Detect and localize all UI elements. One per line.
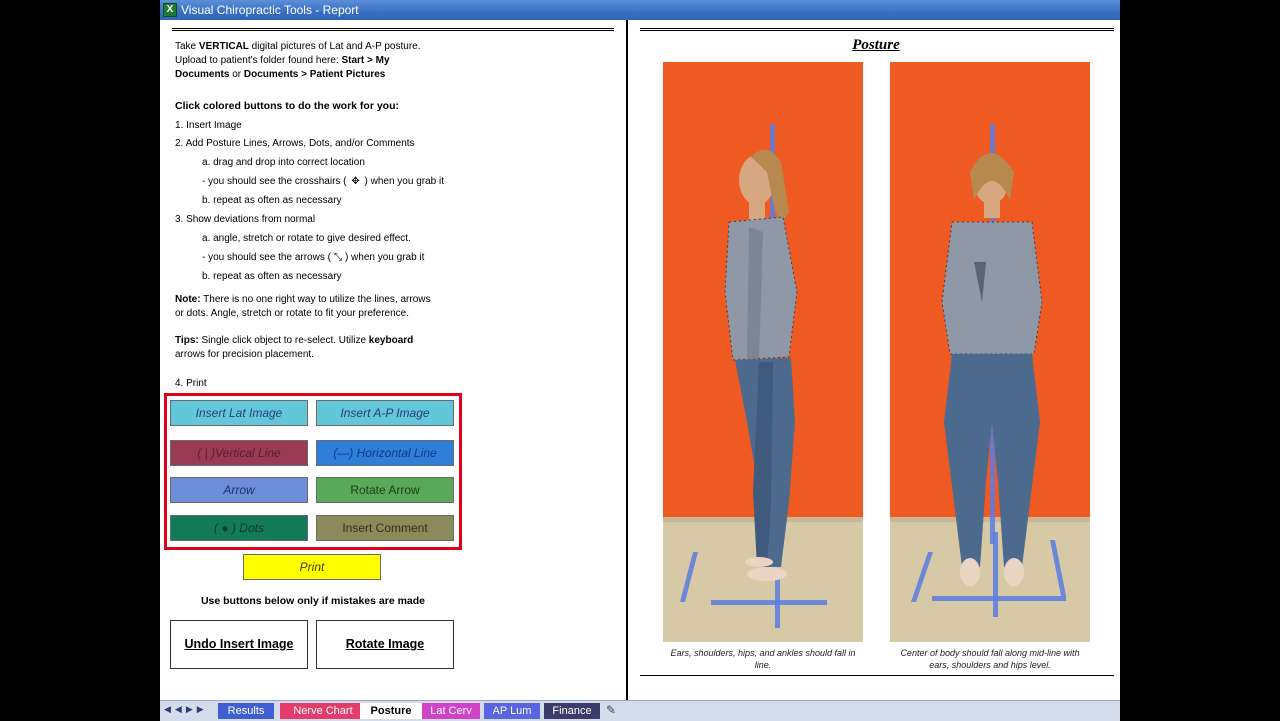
tab-scroll-arrows-icon[interactable]: ◀◀▶▶ (164, 704, 208, 715)
intro-line-2: Upload to patient's folder found here: S… (175, 55, 390, 66)
intro-line-3: Documents or Documents > Patient Picture… (175, 69, 386, 80)
tab-lat-cerv[interactable]: Lat Cerv (422, 703, 480, 719)
arrow-button[interactable]: Arrow (170, 477, 308, 503)
window-title: Visual Chiropractic Tools - Report (181, 3, 359, 17)
step-2a: a. drag and drop into correct location (202, 157, 365, 168)
excel-app-icon: X (163, 3, 177, 17)
intro-line-1: Take VERTICAL digital pictures of Lat an… (175, 41, 421, 52)
step-3c: b. repeat as often as necessary (202, 271, 342, 282)
tips-line-1: Tips: Single click object to re-select. … (175, 335, 414, 346)
rotate-arrow-button[interactable]: Rotate Arrow (316, 477, 454, 503)
step-3a: a. angle, stretch or rotate to give desi… (202, 233, 411, 244)
step-2c: b. repeat as often as necessary (202, 195, 342, 206)
ap-posture-photo[interactable] (890, 62, 1090, 642)
ap-caption: Center of body should fall along mid-lin… (900, 648, 1080, 670)
rotate-image-button[interactable]: Rotate Image (316, 620, 454, 669)
step-2b: - you should see the crosshairs (✥) when… (202, 176, 445, 187)
dots-button[interactable]: ( ● ) Dots (170, 515, 308, 541)
instructions-heading: Click colored buttons to do the work for… (175, 100, 400, 112)
top-rule (172, 28, 614, 31)
resize-arrows-icon: ⤡ (333, 252, 342, 263)
report-title: Posture (852, 37, 900, 53)
report-bottom-rule (640, 675, 1114, 677)
tips-line-2: arrows for precision placement. (175, 349, 314, 360)
note-line-1: Note: There is no one right way to utili… (175, 294, 431, 305)
step-3: 3. Show deviations from normal (175, 214, 316, 225)
print-button[interactable]: Print (243, 554, 381, 580)
step-3b: - you should see the arrows (⤡) when you… (202, 252, 425, 263)
mistakes-note: Use buttons below only if mistakes are m… (200, 595, 426, 607)
tab-nerve-chart[interactable]: Nerve Chart (280, 703, 366, 719)
tab-ap-lum[interactable]: AP Lum (484, 703, 540, 719)
step-1: 1. Insert Image (175, 120, 242, 131)
tab-results[interactable]: Results (218, 703, 274, 719)
title-bar: X Visual Chiropractic Tools - Report (160, 0, 1120, 20)
lateral-posture-photo[interactable] (663, 62, 863, 642)
step-2: 2. Add Posture Lines, Arrows, Dots, and/… (175, 138, 415, 149)
crosshair-move-icon: ✥ (351, 176, 360, 187)
step-4: 4. Print (175, 378, 207, 389)
report-panel: Posture Ears, shoulders, hips, and ankle… (628, 20, 1120, 700)
report-top-rule (640, 28, 1114, 31)
note-line-2: or dots. Angle, stretch or rotate to fit… (175, 308, 410, 319)
vertical-line-button[interactable]: ( | )Vertical Line (170, 440, 308, 466)
insert-comment-button[interactable]: Insert Comment (316, 515, 454, 541)
tab-posture[interactable]: Posture (360, 703, 422, 719)
insert-ap-image-button[interactable]: Insert A-P Image (316, 400, 454, 426)
insert-sheet-icon[interactable]: ✎ (606, 703, 616, 717)
sheet-tabs-bar: ◀◀▶▶ Results Nerve Chart Posture Lat Cer… (160, 700, 1120, 721)
undo-insert-image-button[interactable]: Undo Insert Image (170, 620, 308, 669)
lateral-caption: Ears, shoulders, hips, and ankles should… (670, 648, 856, 670)
app-window: X Visual Chiropractic Tools - Report Tak… (160, 0, 1120, 720)
tab-finance[interactable]: Finance (544, 703, 600, 719)
horizontal-line-button[interactable]: (—) Horizontal Line (316, 440, 454, 466)
insert-lat-image-button[interactable]: Insert Lat Image (170, 400, 308, 426)
